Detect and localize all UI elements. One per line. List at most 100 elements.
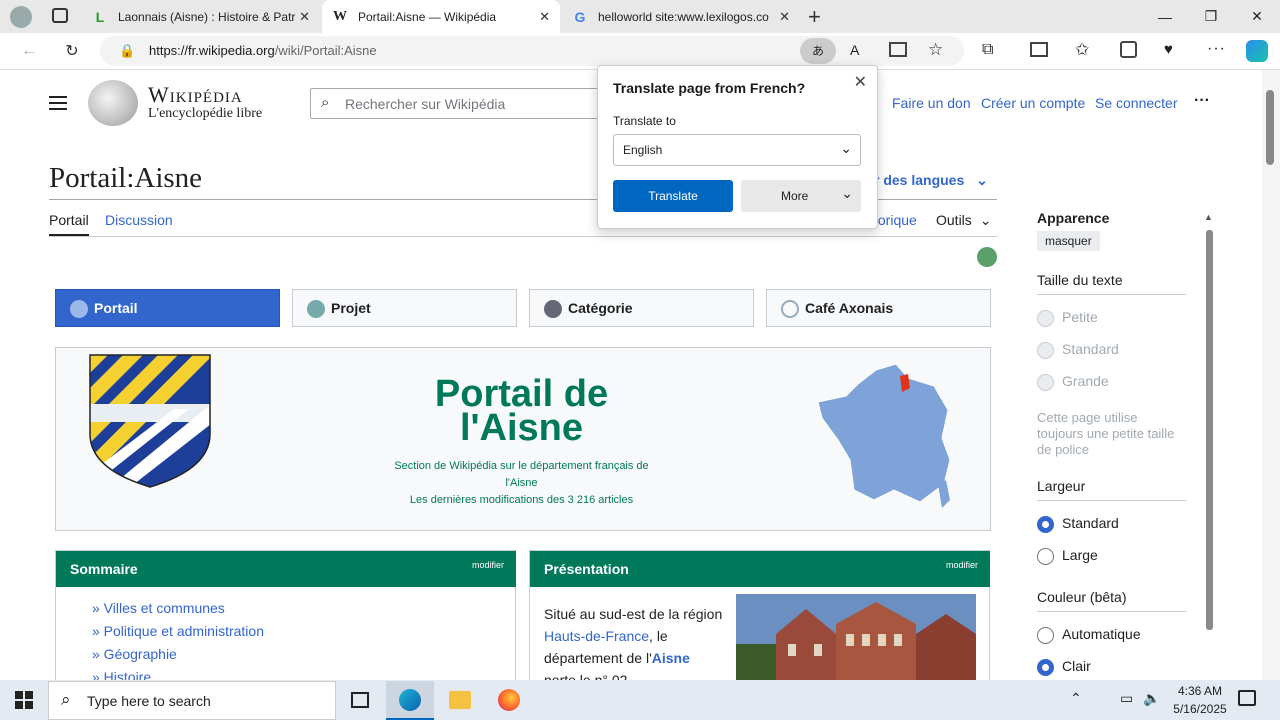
portal-tab-label: Catégorie bbox=[568, 300, 633, 316]
taskbar-date[interactable]: 5/16/2025 bbox=[1160, 702, 1240, 716]
task-view-icon[interactable] bbox=[351, 692, 369, 708]
portal-tab-projet[interactable]: Projet bbox=[292, 289, 517, 327]
favorites-icon[interactable]: ✩ bbox=[1075, 40, 1089, 60]
portal-tab-portail[interactable]: Portail bbox=[55, 289, 280, 327]
text-size-note: Cette page utilise toujours une petite t… bbox=[1037, 410, 1175, 457]
create-account-link[interactable]: Créer un compte bbox=[981, 95, 1085, 111]
radio-label: Clair bbox=[1062, 658, 1091, 674]
hide-appearance-button[interactable]: masquer bbox=[1037, 231, 1100, 251]
appearance-collapse-icon[interactable]: ▲ bbox=[1204, 212, 1213, 222]
aisne-link[interactable]: Aisne bbox=[652, 650, 690, 666]
coat-of-arms-aisne[interactable] bbox=[89, 354, 211, 488]
wikipedia-globe-icon[interactable] bbox=[88, 80, 138, 126]
sommaire-item[interactable]: » Villes et communes bbox=[92, 600, 225, 616]
radio-label: Large bbox=[1062, 547, 1098, 563]
notifications-icon[interactable] bbox=[1238, 690, 1256, 706]
url-text[interactable]: https://fr.wikipedia.org/wiki/Portail:Ai… bbox=[149, 43, 377, 58]
languages-button[interactable]: r des langues ⌄ bbox=[874, 172, 988, 189]
appearance-title: Apparence bbox=[1037, 210, 1110, 226]
page-scrollbar[interactable] bbox=[1262, 70, 1280, 680]
immersive-reader-icon[interactable] bbox=[889, 42, 907, 57]
edit-tools-icon[interactable] bbox=[977, 247, 997, 267]
sommaire-item[interactable]: » Histoire bbox=[92, 669, 151, 680]
favorite-star-icon[interactable]: ☆ bbox=[928, 40, 943, 60]
extensions-icon[interactable]: ⧉ bbox=[982, 41, 993, 59]
user-menu-icon[interactable]: ··· bbox=[1194, 92, 1210, 110]
edge-taskbar-icon[interactable] bbox=[386, 681, 434, 720]
translate-button[interactable]: Translate bbox=[613, 180, 733, 212]
presentation-header: Présentation modifier bbox=[530, 551, 990, 587]
url-path: /wiki/Portail:Aisne bbox=[274, 43, 377, 58]
radio-label: Standard bbox=[1062, 341, 1119, 357]
radio-label: Standard bbox=[1062, 515, 1119, 531]
portal-tab-cafe[interactable]: Café Axonais bbox=[766, 289, 991, 327]
donate-link[interactable]: Faire un don bbox=[892, 95, 971, 111]
restore-button[interactable]: ❐ bbox=[1188, 0, 1234, 33]
taskbar-time[interactable]: 4:36 AM bbox=[1160, 684, 1240, 698]
banner-recent[interactable]: Les dernières modifications des 3 216 ar… bbox=[370, 494, 673, 506]
translate-to-label: Translate to bbox=[613, 114, 676, 128]
tab-discussion[interactable]: Discussion bbox=[105, 212, 173, 228]
show-hidden-icons[interactable]: ⌃ bbox=[1070, 690, 1082, 707]
firefox-icon[interactable] bbox=[498, 689, 520, 711]
more-menu-icon[interactable]: ··· bbox=[1207, 40, 1226, 58]
sommaire-edit-link[interactable]: modifier bbox=[472, 560, 504, 570]
wiki-search-box[interactable]: ⌕ Rechercher sur Wikipédia bbox=[310, 88, 610, 119]
login-link[interactable]: Se connecter bbox=[1095, 95, 1178, 111]
tab-portail[interactable]: Portail bbox=[49, 212, 89, 236]
sommaire-item[interactable]: » Géographie bbox=[92, 646, 177, 662]
more-button[interactable]: More ⌄ bbox=[741, 180, 861, 212]
sommaire-item[interactable]: » Politique et administration bbox=[92, 623, 264, 639]
text-size-large-radio[interactable]: Grande bbox=[1037, 373, 1109, 391]
radio-label: Grande bbox=[1062, 373, 1109, 389]
collections-icon[interactable] bbox=[1120, 41, 1137, 58]
hauts-de-france-link[interactable]: Hauts-de-France bbox=[544, 628, 649, 644]
language-select[interactable]: English ⌄ bbox=[613, 134, 861, 166]
close-tab-icon[interactable]: ✕ bbox=[299, 9, 310, 25]
france-map-aisne[interactable] bbox=[816, 360, 956, 510]
portal-tab-categorie[interactable]: Catégorie bbox=[529, 289, 754, 327]
tab-portail-aisne[interactable]: W Portail:Aisne — Wikipédia ✕ bbox=[322, 0, 560, 33]
width-large-radio[interactable]: Large bbox=[1037, 547, 1098, 565]
split-screen-icon[interactable] bbox=[1030, 42, 1048, 57]
back-icon[interactable]: ← bbox=[14, 36, 44, 66]
presentation-edit-link[interactable]: modifier bbox=[946, 560, 978, 570]
new-tab-button[interactable]: + bbox=[808, 4, 821, 30]
hamburger-menu-icon[interactable] bbox=[49, 96, 67, 110]
width-standard-radio[interactable]: Standard bbox=[1037, 515, 1119, 533]
tab-actions-icon[interactable] bbox=[52, 8, 68, 23]
wiki-logo-title[interactable]: Wikipédia bbox=[148, 82, 243, 108]
presentation-photo[interactable] bbox=[736, 594, 976, 680]
file-explorer-icon[interactable] bbox=[449, 691, 471, 709]
profile-icon[interactable] bbox=[10, 6, 32, 28]
scrollbar-thumb[interactable] bbox=[1266, 90, 1274, 165]
tab-helloworld[interactable]: G helloworld site:www.lexilogos.co ✕ bbox=[562, 0, 800, 33]
tools-menu[interactable]: Outils ⌄ bbox=[936, 212, 991, 229]
lock-icon[interactable]: 🔒 bbox=[119, 43, 135, 59]
windows-start-icon[interactable] bbox=[15, 691, 33, 709]
color-auto-radio[interactable]: Automatique bbox=[1037, 626, 1141, 644]
portal-icon bbox=[70, 300, 88, 319]
close-tab-icon[interactable]: ✕ bbox=[539, 9, 550, 25]
text-size-standard-radio[interactable]: Standard bbox=[1037, 341, 1119, 359]
translate-icon[interactable]: あ bbox=[800, 38, 836, 64]
close-window-button[interactable]: ✕ bbox=[1234, 0, 1280, 33]
color-light-radio[interactable]: Clair bbox=[1037, 658, 1091, 676]
read-aloud-icon[interactable]: A bbox=[850, 42, 859, 58]
refresh-icon[interactable]: ↻ bbox=[57, 36, 87, 66]
network-icon[interactable]: ▭ bbox=[1120, 690, 1133, 707]
copilot-icon[interactable] bbox=[1246, 40, 1268, 62]
text-size-small-radio[interactable]: Petite bbox=[1037, 309, 1098, 327]
tab-laonnais[interactable]: L Laonnais (Aisne) : Histoire & Patr ✕ bbox=[82, 0, 320, 33]
taskbar-search-box[interactable]: ⌕ Type here to search bbox=[48, 681, 336, 720]
minimize-button[interactable]: — bbox=[1142, 0, 1188, 33]
chevron-down-icon: ⌄ bbox=[976, 172, 988, 188]
performance-icon[interactable]: ♥ bbox=[1164, 41, 1173, 58]
tab-historique[interactable]: torique bbox=[874, 212, 917, 228]
chat-icon bbox=[781, 300, 799, 319]
close-icon[interactable]: ✕ bbox=[854, 72, 867, 92]
presentation-text: Situé au sud-est de la région Hauts-de-F… bbox=[544, 603, 729, 680]
close-tab-icon[interactable]: ✕ bbox=[779, 9, 790, 25]
sidebar-scrollbar[interactable] bbox=[1206, 230, 1213, 630]
volume-icon[interactable]: 🔈 bbox=[1143, 690, 1160, 707]
